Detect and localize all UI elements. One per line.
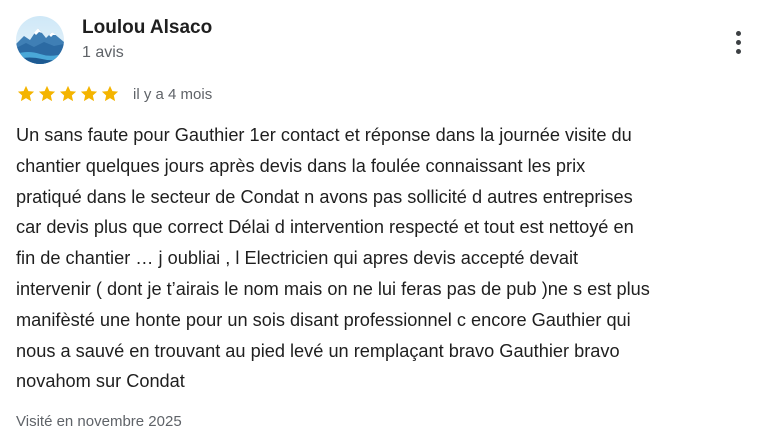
author-avatar[interactable] (16, 16, 64, 64)
review-card: Loulou Alsaco 1 avis il y a 4 mois Un sa… (0, 0, 768, 441)
star-icon (16, 84, 36, 104)
star-icon (37, 84, 57, 104)
review-text-line: nous a sauvé en trouvant au pied levé un… (16, 340, 620, 361)
review-text: Un sans faute pour Gauthier 1er contact … (16, 120, 756, 397)
review-text-line: novahom sur Condat (16, 371, 185, 392)
author-name[interactable]: Loulou Alsaco (82, 17, 212, 39)
star-icon (100, 84, 120, 104)
visit-date: Visité en novembre 2025 (16, 413, 182, 430)
author-review-count: 1 avis (82, 44, 124, 61)
review-text-line: intervenir ( dont je t’airais le nom mai… (16, 278, 650, 299)
review-text-line: Un sans faute pour Gauthier 1er contact … (16, 125, 632, 145)
review-text-line: pratiqué dans le secteur de Condat n avo… (16, 186, 633, 207)
rating-row: il y a 4 mois (16, 84, 212, 104)
star-icon (58, 84, 78, 104)
more-vert-icon (735, 30, 741, 36)
more-vert-icon-dot (735, 39, 741, 45)
review-text-line: chantier quelques jours après devis dans… (16, 155, 586, 176)
review-text-line: fin de chantier … j oubliai , l Electric… (16, 248, 579, 269)
more-options-button[interactable] (722, 24, 754, 60)
more-vert-icon-dot (735, 48, 741, 54)
review-text-line: manifèsté une honte pour un sois disant … (16, 309, 631, 330)
star-icon (79, 84, 99, 104)
review-text-line: car devis plus que correct Délai d inter… (16, 217, 634, 238)
mountain-landscape-avatar-icon (16, 16, 64, 64)
star-rating (16, 84, 120, 104)
review-date: il y a 4 mois (133, 85, 213, 103)
